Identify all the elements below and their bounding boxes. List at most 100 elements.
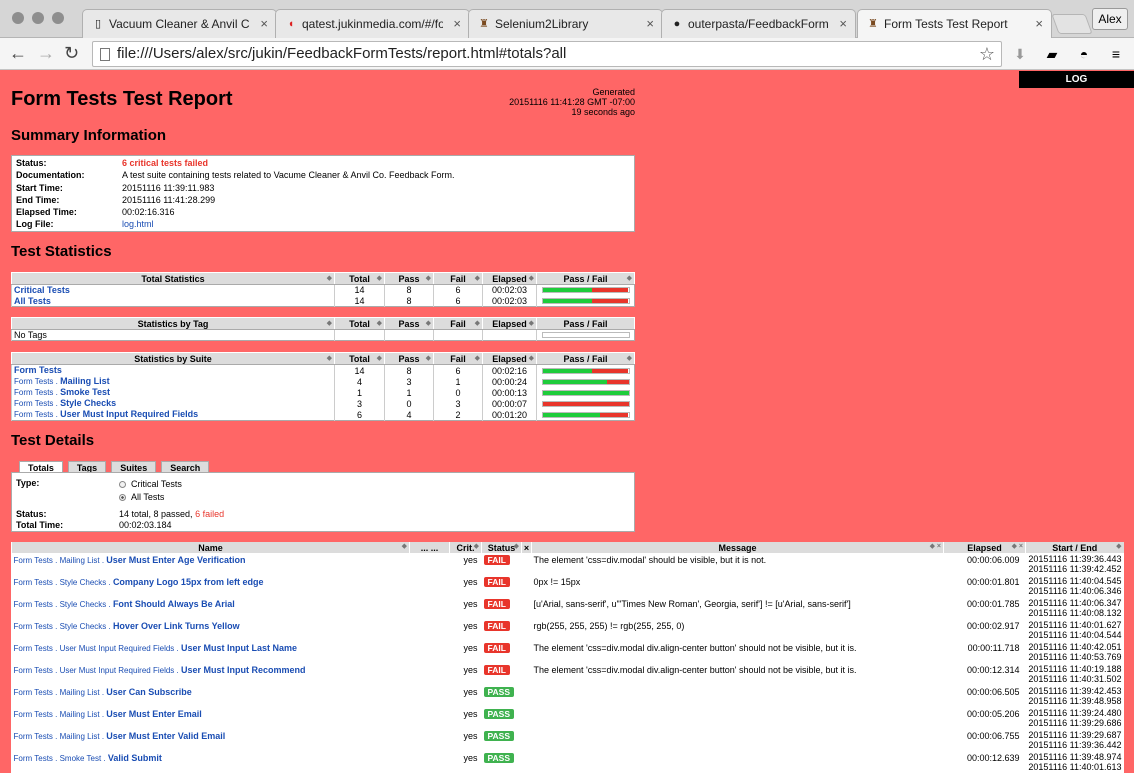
total-column-header[interactable]: Total ◆ [334,352,385,365]
sort-icon: ◆ × [929,543,941,550]
suite-name-link[interactable]: Smoke Test [60,387,110,397]
stat-name-link[interactable]: All Tests [14,296,51,306]
test-name-link[interactable]: User Must Enter Valid Email [106,731,225,741]
passfail-column-header[interactable]: Pass / Fail ◆ [536,352,635,365]
suite-name-link[interactable]: Form Tests [14,365,62,375]
radio-button[interactable] [119,481,126,488]
test-name-cell: Form Tests . Style Checks . Company Logo… [12,575,410,597]
fail-column-header[interactable]: Fail ◆ [433,272,483,285]
status-column-header[interactable]: Status ◆ [481,542,522,553]
new-tab-button[interactable] [1051,14,1093,34]
test-suite-prefix[interactable]: Form Tests . Mailing List . [14,688,107,697]
test-name-link[interactable]: User Can Subscribe [106,687,192,697]
suite-statistics-body: Form Tests 14 8 6 00:02:16 Form Tests . Maili… [11,364,635,421]
passfail-column-header[interactable]: Pass / Fail ◆ [536,272,635,285]
close-tab-icon[interactable]: × [453,10,461,38]
close-window-button[interactable] [12,12,24,24]
test-name-link[interactable]: Valid Submit [108,753,162,763]
test-row: Form Tests . Mailing List . User Must En… [12,553,1124,575]
suite-prefix[interactable]: Form Tests . [14,377,60,386]
suite-name-link[interactable]: Style Checks [60,398,116,408]
elapsed-column-header[interactable]: Elapsed ◆ × [943,542,1026,553]
browser-tab-vacuum[interactable]: ▯ Vacuum Cleaner & Anvil Co × [82,9,277,38]
extension-incognito-icon[interactable]: ◓ [1074,44,1094,64]
log-button[interactable]: LOG [1019,71,1134,88]
browser-tab-report[interactable]: ♜ Form Tests Test Report × [857,9,1052,39]
test-name-link[interactable]: User Must Enter Email [106,709,202,719]
stat-total-cell: 4 [334,376,385,387]
total-statistics-header[interactable]: Total Statistics ◆ [11,272,335,285]
total-column-header[interactable]: Total ◆ [334,272,385,285]
test-name-link[interactable]: Company Logo 15px from left edge [113,577,264,587]
test-startend-cell: 20151116 11:40:42.051 20151116 11:40:53.7… [1026,641,1124,663]
stat-name-link[interactable]: Critical Tests [14,285,70,295]
elapsed-column-header[interactable]: Elapsed ◆ [482,272,537,285]
test-status-cell: PASS [482,751,522,773]
test-suite-prefix[interactable]: Form Tests . Style Checks . [14,600,113,609]
startend-column-header[interactable]: Start / End ◆ [1025,542,1124,553]
header-label: ... ... [420,542,439,553]
fail-column-header[interactable]: Fail ◆ [433,317,483,330]
test-suite-prefix[interactable]: Form Tests . User Must Input Required Fi… [14,666,181,675]
bookmark-star-icon[interactable]: ☆ [979,42,995,66]
menu-icon[interactable]: ≡ [1106,44,1126,64]
browser-tab-qatest[interactable]: ◖ qatest.jukinmedia.com/#/fo × [275,9,470,38]
dots-column-header[interactable]: ... ... [409,542,450,553]
suite-name-link[interactable]: User Must Input Required Fields [60,409,198,419]
test-suite-prefix[interactable]: Form Tests . Mailing List . [14,710,107,719]
zoom-window-button[interactable] [52,12,64,24]
close-tab-icon[interactable]: × [260,10,268,38]
test-suite-prefix[interactable]: Form Tests . Smoke Test . [14,754,108,763]
suite-prefix[interactable]: Form Tests . [14,410,60,419]
test-suite-prefix[interactable]: Form Tests . Mailing List . [14,732,107,741]
message-column-header[interactable]: Message ◆ × [531,542,944,553]
reload-icon[interactable]: ↻ [64,43,79,63]
pass-column-header[interactable]: Pass ◆ [384,317,434,330]
extension-download-icon[interactable]: ⬇ [1010,44,1030,64]
suite-statistics-header[interactable]: Statistics by Suite ◆ [11,352,335,365]
close-tab-icon[interactable]: × [646,10,654,38]
close-tab-icon[interactable]: × [839,10,847,38]
suite-name-link[interactable]: Mailing List [60,376,110,386]
profile-button[interactable]: Alex [1092,8,1128,30]
name-column-header[interactable]: Name ◆ [11,542,410,553]
forward-arrow-icon[interactable]: → [37,43,55,63]
radio-all-tests[interactable]: All Tests [119,492,164,502]
back-arrow-icon[interactable]: ← [9,43,27,63]
pass-fail-bar [541,367,630,374]
test-name-link[interactable]: Font Should Always Be Arial [113,599,235,609]
status-badge: PASS [483,709,515,719]
test-name-link[interactable]: User Must Enter Age Verification [106,555,245,565]
radio-button[interactable] [119,494,126,501]
crit-column-header[interactable]: Crit. ◆ [449,542,482,553]
elapsed-column-header[interactable]: Elapsed ◆ [482,317,537,330]
tag-statistics-header[interactable]: Statistics by Tag ◆ [11,317,335,330]
stat-total-cell [334,329,385,341]
address-bar[interactable]: file:///Users/alex/src/jukin/FeedbackFor… [92,41,1002,67]
elapsed-column-header[interactable]: Elapsed ◆ [482,352,537,365]
test-name-link[interactable]: Hover Over Link Turns Yellow [113,621,240,631]
radio-critical-tests[interactable]: Critical Tests [119,479,182,489]
minimize-window-button[interactable] [32,12,44,24]
collapse-column-header[interactable]: × [521,542,532,553]
test-suite-prefix[interactable]: Form Tests . Mailing List . [14,556,107,565]
pass-column-header[interactable]: Pass ◆ [384,272,434,285]
browser-tab-selenium[interactable]: ♜ Selenium2Library × [468,9,663,38]
suite-prefix[interactable]: Form Tests . [14,399,60,408]
extension-glasses-icon[interactable]: ▰ [1042,44,1062,64]
pass-column-header[interactable]: Pass ◆ [384,352,434,365]
total-column-header[interactable]: Total ◆ [334,317,385,330]
test-suite-prefix[interactable]: Form Tests . Style Checks . [14,622,113,631]
browser-tab-github[interactable]: ● outerpasta/FeedbackForm × [661,9,856,38]
log-file-link[interactable]: log.html [122,219,154,229]
test-elapsed-cell: 00:00:06.755 [966,731,1020,741]
fail-column-header[interactable]: Fail ◆ [433,352,483,365]
close-tab-icon[interactable]: × [1035,10,1043,38]
test-suite-prefix[interactable]: Form Tests . Style Checks . [14,578,113,587]
stat-name-cell: Form Tests . Mailing List [11,376,335,387]
test-name-link[interactable]: User Must Input Last Name [181,643,297,653]
passfail-column-header[interactable]: Pass / Fail [536,317,635,330]
test-name-link[interactable]: User Must Input Recommend [181,665,306,675]
test-suite-prefix[interactable]: Form Tests . User Must Input Required Fi… [14,644,181,653]
suite-prefix[interactable]: Form Tests . [14,388,60,397]
